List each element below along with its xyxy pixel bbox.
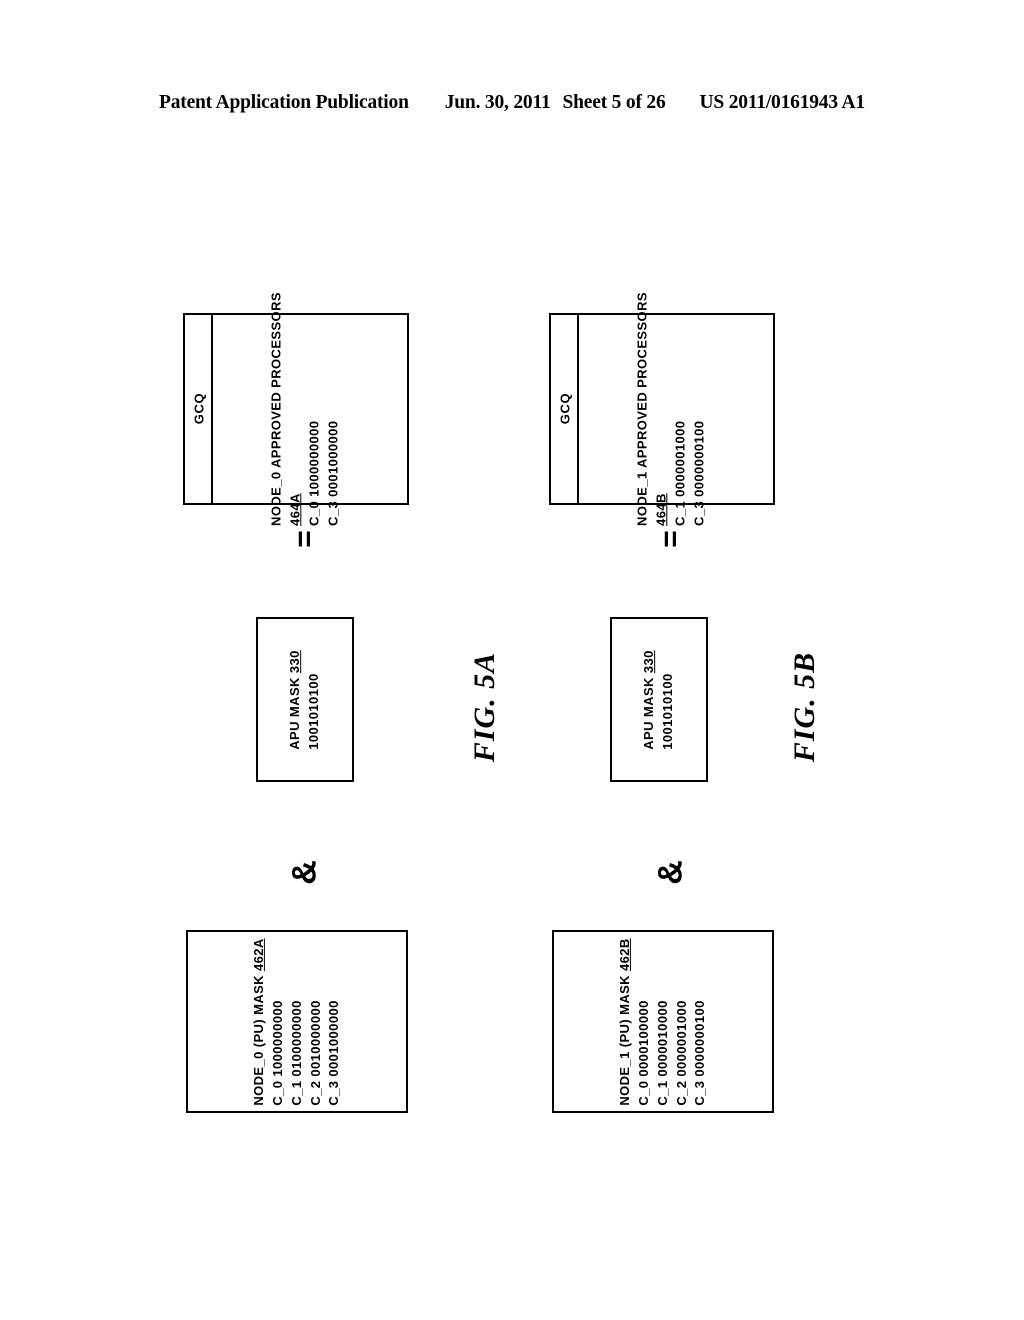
- operand-row-5a-0: C_0 1000000000: [269, 999, 285, 1106]
- result-row-5a-1: C_3 0001000000: [324, 420, 340, 526]
- figure-5a-operand-box: NODE_0 (PU) MASK 462A C_0 1000000000 C_1…: [186, 930, 408, 1113]
- operand-title-5b: NODE_1 (PU) MASK 462B: [616, 937, 632, 1106]
- figure-5a-equals-operator: =: [288, 530, 321, 548]
- figure-5b-mask-box: APU MASK 330 1001010100: [610, 617, 708, 782]
- gcq-divider-5b: [577, 315, 579, 503]
- result-title-5a: NODE_0 APPROVED PROCESSORS: [268, 292, 284, 526]
- mask-value-5a: 1001010100: [306, 672, 321, 750]
- result-title-5b: NODE_1 APPROVED PROCESSORS: [634, 292, 650, 526]
- result-ref-5a: 464A: [287, 493, 303, 526]
- operand-row-5a-1: C_1 0100000000: [288, 999, 304, 1106]
- result-row-5a-0: C_0 1000000000: [305, 420, 321, 526]
- figure-5a-mask-text: APU MASK 330 1001010100: [286, 650, 324, 749]
- figure-5a-caption: FIG. 5A: [468, 651, 501, 763]
- figure-5a-result-text: NODE_0 APPROVED PROCESSORS 464A C_0 1000…: [267, 292, 342, 526]
- figure-5b-mask-text: APU MASK 330 1001010100: [640, 650, 678, 749]
- figure-5a-mask-box: APU MASK 330 1001010100: [256, 617, 354, 782]
- gcq-label-5b: GCQ: [557, 392, 573, 425]
- patent-drawing: GCQ NODE_0 APPROVED PROCESSORS 464A C_0 …: [0, 0, 1024, 1320]
- figure-5b-operand-box: NODE_1 (PU) MASK 462B C_0 0000100000 C_1…: [552, 930, 774, 1113]
- figure-5a-result-box: GCQ NODE_0 APPROVED PROCESSORS 464A C_0 …: [183, 292, 409, 526]
- mask-value-5b: 1001010100: [660, 672, 675, 750]
- operand-row-5a-3: C_3 0001000000: [326, 999, 342, 1106]
- operand-title-5a: NODE_0 (PU) MASK 462A: [250, 937, 266, 1106]
- result-ref-5b: 464B: [653, 493, 669, 526]
- figure-5b-caption: FIG. 5B: [788, 651, 821, 763]
- result-row-5b-0: C_1 0000001000: [671, 420, 687, 526]
- operand-row-5a-2: C_2 0010000000: [307, 999, 323, 1106]
- figure-5b-equals-operator: =: [654, 530, 687, 548]
- result-row-5b-1: C_3 0000000100: [690, 420, 706, 526]
- mask-title-5a: APU MASK 330: [287, 649, 303, 750]
- figure-5b-operand-text: NODE_1 (PU) MASK 462B C_0 0000100000 C_1…: [616, 938, 710, 1105]
- operand-row-5b-1: C_1 0000010000: [654, 999, 670, 1106]
- figure-5a-operand-text: NODE_0 (PU) MASK 462A C_0 1000000000 C_1…: [250, 938, 344, 1105]
- operand-row-5b-3: C_3 0000000100: [692, 999, 708, 1106]
- figure-5b-and-operator: &: [651, 860, 690, 885]
- figure-5b-result-text: NODE_1 APPROVED PROCESSORS 464B C_1 0000…: [633, 292, 708, 526]
- figure-5b-result-box: GCQ NODE_1 APPROVED PROCESSORS 464B C_1 …: [549, 292, 775, 526]
- operand-row-5b-0: C_0 0000100000: [635, 999, 651, 1106]
- gcq-label-5a: GCQ: [191, 392, 207, 425]
- gcq-divider-5a: [211, 315, 213, 503]
- mask-title-5b: APU MASK 330: [641, 649, 657, 750]
- figure-5a-and-operator: &: [285, 860, 324, 885]
- operand-row-5b-2: C_2 0000001000: [673, 999, 689, 1106]
